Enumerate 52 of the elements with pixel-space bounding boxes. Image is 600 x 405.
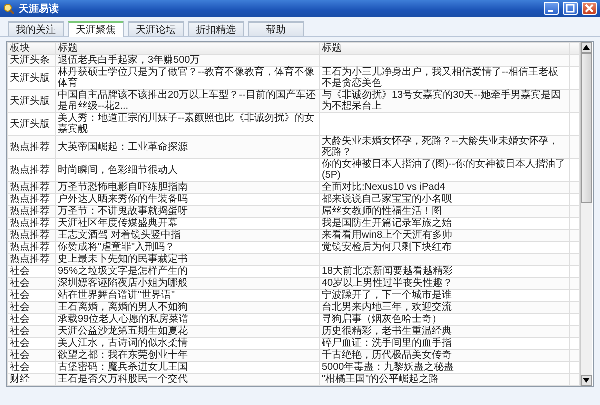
tab[interactable]: 帮助 [248, 21, 304, 36]
table-cell: 全面对比:Nexus10 vs iPad4 [320, 182, 570, 194]
table-cell: "柑橘王国"的公平崛起之路 [320, 374, 570, 386]
window-title: 天涯易读 [19, 2, 60, 16]
table-cell: 天涯头版 [8, 90, 56, 112]
table-cell: 热点推荐 [8, 230, 56, 242]
tab[interactable]: 我的关注 [8, 21, 64, 36]
magnifier-icon [3, 2, 15, 14]
column-header: 板块 [8, 42, 56, 54]
table-cell: 欲望之都：我在东莞创业十年 [56, 350, 320, 362]
table-cell: 王志文酒驾 对着镜头竖中指 [56, 230, 320, 242]
maximize-icon [566, 4, 575, 13]
scrollbar[interactable] [580, 42, 592, 386]
table-cell: 天涯头条 [8, 54, 56, 66]
table-cell: 热点推荐 [8, 206, 56, 218]
maximize-button[interactable] [563, 2, 578, 15]
tab[interactable]: 天涯聚焦 [68, 21, 124, 37]
table-cell: 社会 [8, 350, 56, 362]
table-cell: 40岁以上男性过半丧失性趣？ [320, 278, 570, 290]
table-cell: 历史很精彩，老书生重温经典 [320, 326, 570, 338]
table-cell: 热点推荐 [8, 254, 56, 266]
close-icon [585, 4, 594, 13]
table-cell: 来看看用win8上个天涯有多帅 [320, 230, 570, 242]
table-cell: 社会 [8, 278, 56, 290]
table-cell: 王石是否欠万科股民一个交代 [56, 374, 320, 386]
tab[interactable]: 天涯论坛 [128, 21, 184, 36]
table-cell: 中国自主品牌该不该推出20万以上车型？--目前的国产车还是吊丝级--花2... [56, 90, 320, 112]
table-cell: 万圣节：不讲鬼故事就捣蛋呀 [56, 206, 320, 218]
table-cell: 台北男来内地三年，欢迎交流 [320, 302, 570, 314]
table-cell: 千古绝艳，历代极品美女传奇 [320, 350, 570, 362]
table-cell: 天涯公益沙龙第五期生如夏花 [56, 326, 320, 338]
tab[interactable]: 折扣精选 [188, 21, 244, 36]
table-cell: 热点推荐 [8, 136, 56, 158]
down-triangle-icon [583, 378, 590, 383]
minimize-button[interactable] [544, 2, 559, 15]
table-cell: 与《非诚勿扰》13号女嘉宾的30天--她牵手男嘉宾是因为不想呆台上 [320, 90, 570, 112]
close-button[interactable] [582, 2, 597, 15]
table-cell: 大英帝国崛起：工业革命探源 [56, 136, 320, 158]
table-cell: 退伍老兵白手起家，3年赚500万 [56, 54, 320, 66]
table-cell: 史上最未卜先知的民事裁定书 [56, 254, 320, 266]
table-cell: 屌丝女教师的性福生活！图 [320, 206, 570, 218]
up-triangle-icon [583, 45, 590, 50]
table-cell: 热点推荐 [8, 182, 56, 194]
table-cell: 社会 [8, 326, 56, 338]
table-cell: 财经 [8, 374, 56, 386]
table-cell: 深圳嫖客诬陷夜店小姐为哪般 [56, 278, 320, 290]
column-header: 标题 [320, 42, 570, 54]
table-cell: 王石离婚，离婚的男人不如狗 [56, 302, 320, 314]
column-header: 标题 [56, 42, 320, 54]
table-cell: 万圣节恐怖电影自吓练胆指南 [56, 182, 320, 194]
table-cell: 大龄失业未婚女怀孕，死路？--大龄失业未婚女怀孕，死路？ [320, 136, 570, 158]
table-cell: 社会 [8, 302, 56, 314]
